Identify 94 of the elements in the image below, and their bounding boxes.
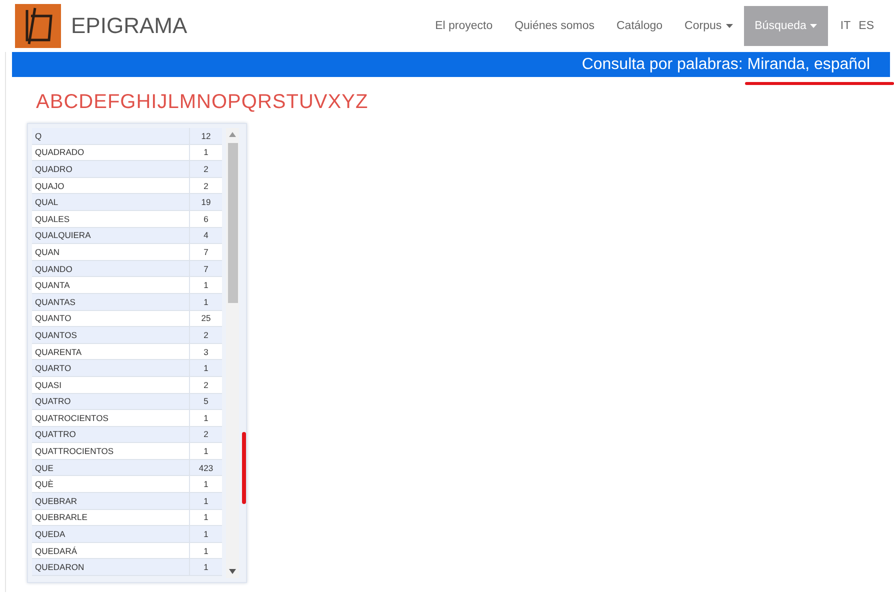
word-cell[interactable]: QUANTOS <box>32 327 190 343</box>
count-cell-text: 5 <box>202 395 210 408</box>
word-cell[interactable]: QUE <box>32 460 190 476</box>
letter-link[interactable]: R <box>257 91 272 114</box>
word-cell[interactable]: QUANTA <box>32 277 190 293</box>
count-cell-text: 1 <box>202 362 210 376</box>
word-cell[interactable]: QUASI <box>32 376 190 392</box>
count-cell-text: 1 <box>202 528 210 542</box>
count-cell-text: 2 <box>202 428 210 442</box>
count-cell-text: 423 <box>198 462 214 475</box>
word-cell[interactable]: QUATROCIENTOS <box>32 410 190 426</box>
letter-link[interactable]: Z <box>355 91 368 114</box>
count-cell-text: 1 <box>202 478 210 492</box>
letter-link[interactable]: S <box>272 91 286 114</box>
language-link[interactable]: IT <box>836 20 855 32</box>
word-cell[interactable]: QUANDO <box>32 260 190 276</box>
count-cell-text: 1 <box>202 494 210 508</box>
letter-link[interactable]: X <box>328 91 342 114</box>
letter-link[interactable]: M <box>179 91 197 114</box>
letter-link[interactable]: I <box>151 91 158 114</box>
caret-icon <box>810 24 818 28</box>
word-cell[interactable]: QUARENTA <box>32 344 190 360</box>
annotation-line <box>242 432 246 504</box>
word-cell[interactable]: QUADRADO <box>32 144 190 160</box>
letter-link[interactable]: C <box>64 91 79 114</box>
language-link[interactable]: ES <box>854 20 878 32</box>
letter-link[interactable]: T <box>286 91 299 114</box>
letter-link[interactable]: A <box>36 91 50 114</box>
logo-icon[interactable] <box>15 4 61 48</box>
letter-link[interactable]: J <box>157 91 168 114</box>
count-cell-text: 1 <box>202 412 210 425</box>
letter-link[interactable]: O <box>211 91 228 114</box>
word-cell[interactable]: QUANTO <box>32 310 190 326</box>
count-cell-text: 3 <box>202 346 210 359</box>
letter-link[interactable]: G <box>120 91 136 114</box>
scrollbar[interactable] <box>226 128 239 578</box>
letter-link[interactable]: N <box>196 91 212 114</box>
count-cell-text: 12 <box>200 130 212 143</box>
caret-icon <box>726 24 733 28</box>
scroll-down-icon[interactable] <box>229 569 236 574</box>
count-cell-text: 1 <box>202 511 210 524</box>
count-cell-text: 1 <box>202 279 210 292</box>
letter-link[interactable]: L <box>168 91 180 114</box>
word-cell[interactable]: QUEDA <box>32 526 190 542</box>
count-cell-text: 7 <box>202 246 210 259</box>
count-cell-text: 2 <box>202 378 210 392</box>
nav-link[interactable]: Quiénes somos <box>504 6 606 46</box>
nav-link[interactable]: El proyecto <box>424 6 504 46</box>
letter-link[interactable]: V <box>314 91 328 114</box>
letter-link[interactable]: Y <box>342 91 356 114</box>
word-cell[interactable]: QUALES <box>32 210 190 227</box>
count-cell-text: 6 <box>202 212 210 226</box>
word-cell[interactable]: QUEBRARLE <box>32 510 190 526</box>
word-cell[interactable]: QUATTRO <box>32 426 190 442</box>
scroll-up-icon[interactable] <box>229 132 236 137</box>
count-cell-text: 1 <box>202 544 210 558</box>
letter-link[interactable]: H <box>136 91 152 114</box>
letter-link[interactable]: D <box>78 91 94 114</box>
word-cell[interactable]: QUÈ <box>32 476 190 492</box>
word-cell[interactable]: QUEDARON <box>32 559 190 576</box>
word-cell[interactable]: QUARTO <box>32 360 190 376</box>
count-cell-text: 7 <box>202 262 210 276</box>
word-cell[interactable]: QUAJO <box>32 178 190 194</box>
word-cell[interactable]: QUANTAS <box>32 294 190 310</box>
letter-link[interactable]: B <box>50 91 64 114</box>
count-cell-text: 1 <box>202 561 210 574</box>
count-cell-text: 2 <box>202 328 210 342</box>
nav-link[interactable]: Catálogo <box>606 6 674 46</box>
letter-link[interactable]: E <box>94 91 108 114</box>
word-cell[interactable]: QUADRO <box>32 161 190 177</box>
word-cell[interactable]: QUATTROCIENTOS <box>32 443 190 459</box>
nav-link[interactable]: Corpus <box>674 6 744 46</box>
count-cell-text: 19 <box>200 196 212 210</box>
site-title: EPIGRAMA <box>71 13 188 39</box>
word-cell[interactable]: QUALQUIERA <box>32 228 190 244</box>
count-cell-text: 1 <box>202 445 210 458</box>
count-cell-text: 2 <box>202 180 210 193</box>
word-cell[interactable]: QUAN <box>32 244 190 260</box>
scrollbar-thumb[interactable] <box>228 143 238 303</box>
word-cell[interactable]: QUAL <box>32 194 190 210</box>
page-title: Consulta por palabras: Miranda, español <box>582 56 870 74</box>
count-cell-text: 25 <box>200 312 212 326</box>
word-cell[interactable]: QUEBRAR <box>32 493 190 509</box>
word-cell[interactable]: QUEDARÁ <box>32 542 190 558</box>
letter-link[interactable]: U <box>298 91 314 114</box>
count-cell-text: 1 <box>202 146 210 160</box>
count-cell-text: 1 <box>202 296 210 309</box>
count-cell-text: 2 <box>202 162 210 176</box>
word-cell[interactable]: Q <box>32 128 190 144</box>
count-cell-text: 4 <box>202 229 210 242</box>
letter-link[interactable]: P <box>228 91 242 114</box>
letter-link[interactable]: F <box>107 91 120 114</box>
letter-link[interactable]: Q <box>241 91 258 114</box>
word-cell[interactable]: QUATRO <box>32 394 190 410</box>
